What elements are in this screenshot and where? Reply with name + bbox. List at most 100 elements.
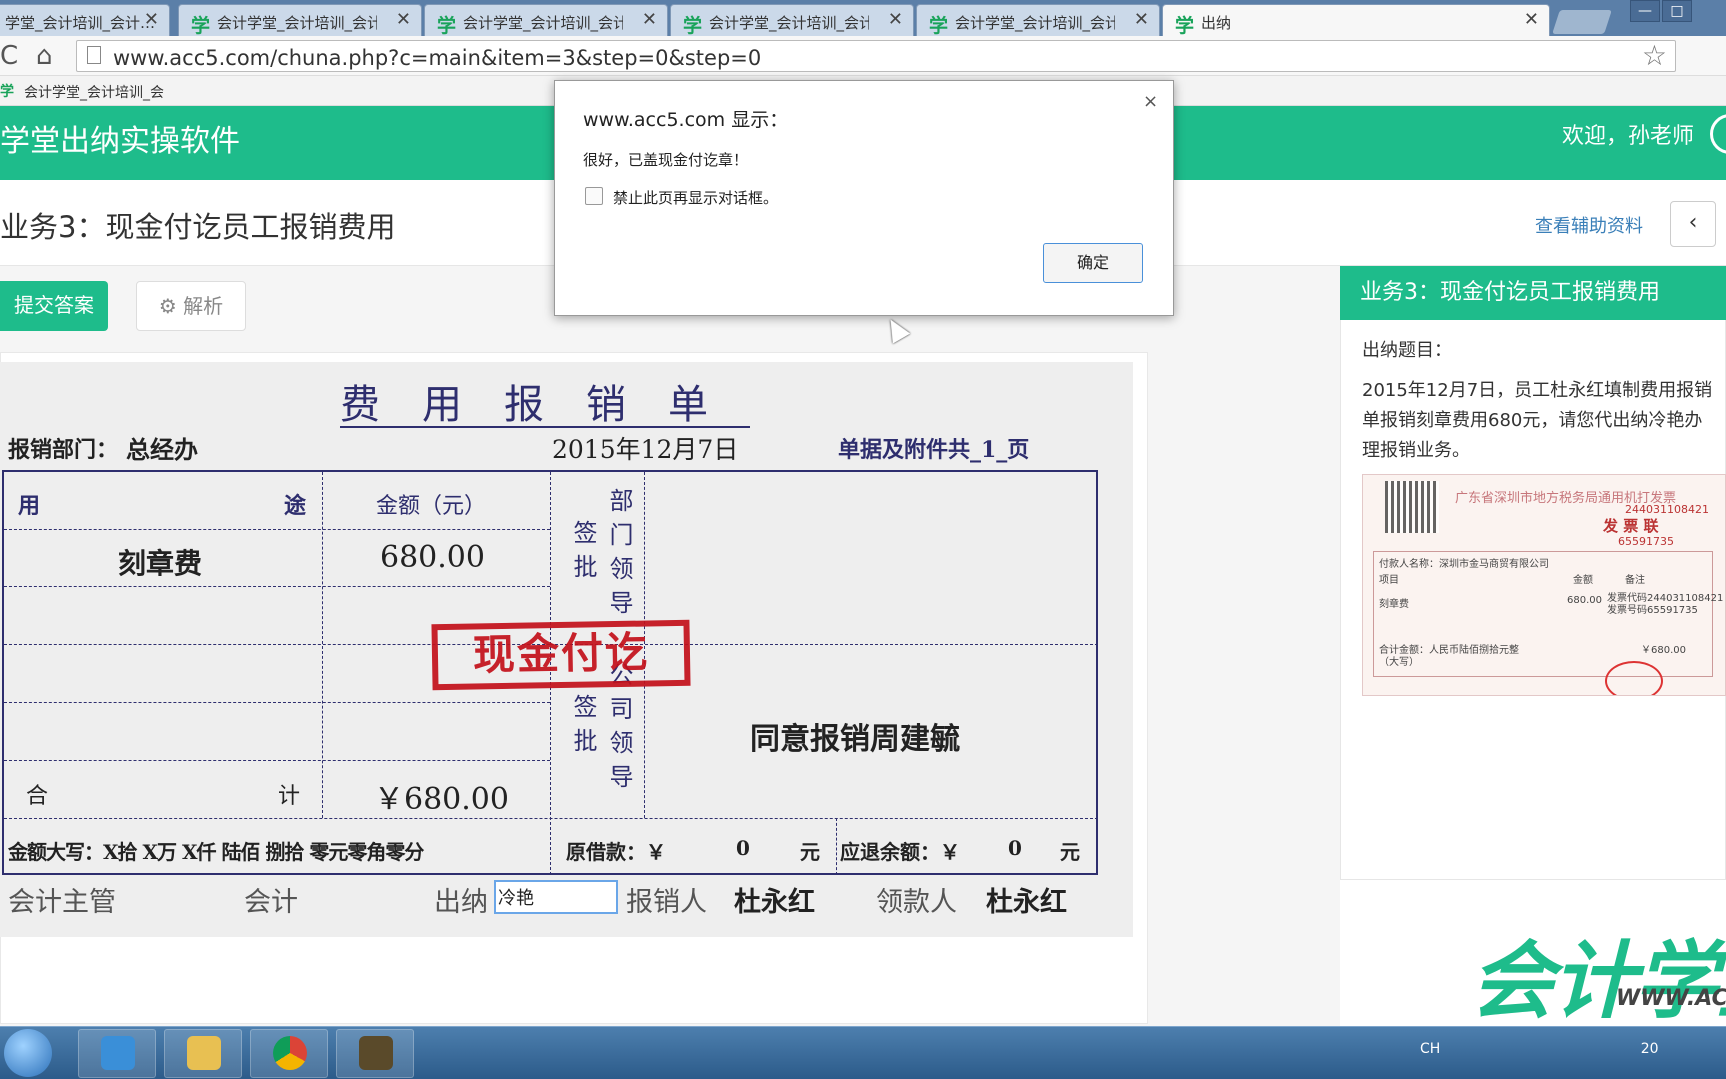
tray-language[interactable]: CH	[1420, 1041, 1440, 1057]
taskbar-chrome-icon[interactable]	[250, 1029, 328, 1078]
tab-close-icon[interactable]: ✕	[642, 9, 657, 30]
suppress-dialog-checkbox[interactable]	[585, 187, 603, 205]
windows-taskbar: CH 20	[0, 1026, 1726, 1079]
supervisor-label: 会计主管	[8, 887, 116, 918]
system-tray: CH 20	[1420, 1041, 1659, 1057]
tab-favicon-icon: 学	[437, 15, 457, 36]
browser-tab[interactable]: 学 会计学堂_会计培训_会计… ✕	[178, 4, 422, 36]
borrow-value: 0	[736, 836, 750, 860]
suppress-dialog-label[interactable]: 禁止此页再显示对话框。	[613, 187, 778, 208]
address-bar[interactable]: www.acc5.com/chuna.php?c=main&item=3&ste…	[76, 39, 1676, 72]
approval-text: 同意报销周建毓	[750, 722, 960, 757]
welcome-text: 欢迎，孙老师	[1562, 124, 1695, 149]
item-amount: 680.00	[380, 540, 485, 575]
dialog-close-icon[interactable]: ×	[1143, 91, 1158, 112]
table-divider	[836, 818, 837, 875]
table-divider	[4, 760, 550, 761]
alert-dialog: www.acc5.com 显示： × 很好，已盖现金付讫章！ 禁止此页再显示对话…	[554, 80, 1174, 316]
bookmark-item[interactable]: 会计学堂_会计培训_会	[24, 82, 164, 102]
borrow-unit: 元	[800, 840, 820, 864]
panel-description: 2015年12月7日，员工杜永红填制费用报销 单报销刻章费用680元，请您代出纳…	[1362, 380, 1713, 461]
borrow-label: 原借款：￥	[566, 840, 666, 864]
home-icon[interactable]: ⌂	[36, 41, 53, 71]
table-divider	[4, 529, 550, 530]
dept-leader-label: 部门领导	[605, 488, 633, 624]
avatar[interactable]	[1710, 114, 1726, 154]
browser-tab[interactable]: 学堂_会计培训_会计… ✕	[0, 4, 170, 36]
browser-tab-bar: 学堂_会计培训_会计… ✕ 学 会计学堂_会计培训_会计… ✕ 学 会计学堂_会…	[0, 0, 1726, 37]
receiver-label: 领款人	[876, 887, 957, 918]
refund-label: 应退余额：￥	[840, 840, 960, 864]
taskbar-ie-icon[interactable]	[78, 1029, 156, 1078]
prev-button[interactable]: ‹	[1670, 201, 1716, 247]
dept-label: 报销部门：	[8, 437, 119, 463]
brand-logo: 会计学堂	[1470, 932, 1726, 1030]
total-label: 合	[26, 784, 49, 809]
ok-button[interactable]: 确定	[1043, 243, 1143, 283]
tab-favicon-icon: 学	[1175, 15, 1195, 37]
reload-icon[interactable]: C	[0, 41, 18, 71]
tab-close-icon[interactable]: ✕	[144, 9, 159, 30]
bookmark-star-icon[interactable]: ☆	[1642, 39, 1667, 72]
tab-favicon-icon: 学	[683, 15, 703, 36]
minimize-button[interactable]: —	[1630, 0, 1660, 22]
panel-header: 业务3：现金付讫员工报销费用	[1340, 266, 1726, 320]
refund-unit: 元	[1060, 840, 1080, 864]
page-title: 业务3：现金付讫员工报销费用	[0, 210, 396, 244]
qr-code-icon	[1385, 481, 1439, 533]
receiver-value: 杜永红	[986, 887, 1067, 918]
url-text: www.acc5.com/chuna.php?c=main&item=3&ste…	[113, 46, 762, 70]
browser-tab[interactable]: 学 会计学堂_会计培训_会计… ✕	[424, 4, 668, 36]
cashier-label: 出纳	[434, 887, 488, 918]
start-button-icon[interactable]	[4, 1029, 52, 1077]
claimant-value: 杜永红	[734, 887, 815, 918]
aux-material-link[interactable]: 查看辅助资料	[1535, 212, 1643, 238]
sign-label: 签批	[569, 694, 597, 762]
invoice-number2: 65591735	[1618, 535, 1674, 548]
browser-tab[interactable]: 学 会计学堂_会计培训_会计… ✕	[670, 4, 914, 36]
dept-value: 总经办	[126, 435, 198, 464]
form-title: 费用报销单	[340, 382, 750, 428]
table-divider	[4, 586, 550, 587]
taskbar-recorder-icon[interactable]	[336, 1029, 414, 1078]
submit-answer-button[interactable]: 提交答案	[0, 281, 108, 331]
tab-close-icon[interactable]: ✕	[396, 9, 411, 30]
analysis-icon: ⚙	[158, 294, 177, 318]
brand-url: WWW.ACC5	[1616, 986, 1726, 1011]
total-amount: ￥680.00	[374, 782, 509, 817]
cashier-input[interactable]	[494, 880, 618, 914]
tray-clock[interactable]: 20	[1641, 1041, 1659, 1057]
col-amount-label: 金额（元）	[376, 494, 487, 519]
table-divider	[4, 702, 550, 703]
invoice-number: 244031108421	[1625, 503, 1709, 516]
analysis-button[interactable]: ⚙ 解析	[136, 281, 246, 331]
browser-tab[interactable]: 学 会计学堂_会计培训_会计… ✕	[916, 4, 1160, 36]
page-icon	[87, 46, 101, 64]
app-title: 学堂出纳实操软件	[0, 124, 240, 159]
table-divider	[322, 472, 323, 818]
form-date: 2015年12月7日	[552, 435, 739, 464]
item-name: 刻章费	[118, 547, 203, 580]
cash-paid-stamp: 现金付讫	[431, 619, 691, 691]
bookmark-favicon-icon: 学	[0, 84, 14, 100]
tab-close-icon[interactable]: ✕	[1524, 9, 1539, 30]
tab-favicon-icon: 学	[929, 15, 949, 36]
refund-value: 0	[1008, 836, 1022, 860]
taskbar-explorer-icon[interactable]	[164, 1029, 242, 1078]
analysis-label: 解析	[183, 294, 224, 318]
sign-label: 签批	[569, 520, 597, 588]
tab-close-icon[interactable]: ✕	[1134, 9, 1149, 30]
tab-close-icon[interactable]: ✕	[888, 9, 903, 30]
tab-favicon-icon: 学	[191, 15, 211, 36]
col-use-label: 途	[284, 493, 307, 519]
dialog-message: 很好，已盖现金付讫章！	[583, 151, 749, 169]
maximize-button[interactable]: □	[1662, 0, 1692, 22]
browser-tab-active[interactable]: 学 出纳 ✕	[1162, 4, 1550, 37]
invoice-fapiao: 发 票 联	[1603, 517, 1659, 535]
browser-toolbar: C ⌂ www.acc5.com/chuna.php?c=main&item=3…	[0, 36, 1726, 76]
amount-in-words: 金额大写：X拾 X万 X仟 陆佰 捌拾 零元零角零分	[8, 840, 424, 864]
new-tab-button[interactable]	[1552, 10, 1612, 34]
table-divider	[4, 818, 1098, 819]
invoice-image[interactable]: 广东省深圳市地方税务局通用机打发票 发 票 联 244031108421 655…	[1362, 474, 1726, 696]
attachments-count: 单据及附件共_1_页	[838, 437, 1030, 463]
